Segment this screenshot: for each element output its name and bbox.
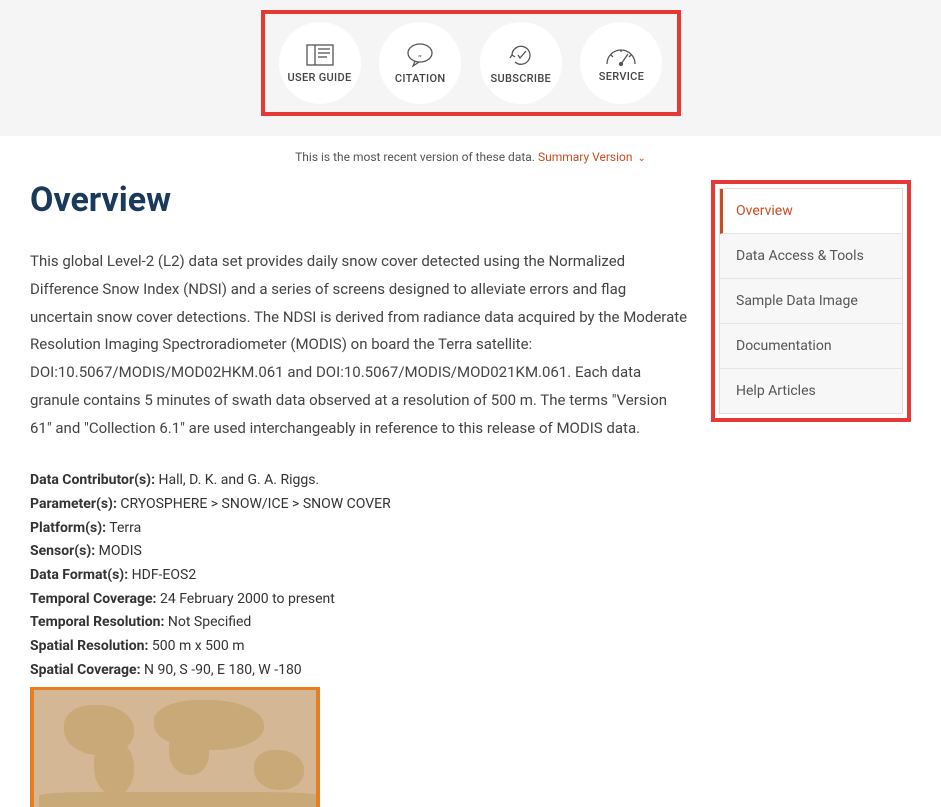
platforms-value: Terra bbox=[106, 520, 141, 536]
citation-button[interactable]: ,, CITATION bbox=[379, 22, 461, 104]
user-guide-button[interactable]: USER GUIDE bbox=[279, 22, 361, 104]
nav-label: Documentation bbox=[736, 338, 832, 354]
nav-item-help-articles[interactable]: Help Articles bbox=[720, 369, 902, 413]
chevron-down-icon: ⌄ bbox=[637, 153, 645, 164]
sidebar-highlight: Overview Data Access & Tools Sample Data… bbox=[711, 180, 911, 422]
temporal-coverage-label: Temporal Coverage: bbox=[30, 591, 157, 607]
sensors-label: Sensor(s): bbox=[30, 543, 95, 559]
sensors-value: MODIS bbox=[95, 543, 142, 559]
citation-label: CITATION bbox=[395, 72, 446, 85]
temporal-resolution-row: Temporal Resolution: Not Specified bbox=[30, 612, 691, 634]
contributors-row: Data Contributor(s): Hall, D. K. and G. … bbox=[30, 470, 691, 492]
subscribe-label: SUBSCRIBE bbox=[491, 72, 552, 85]
refresh-check-icon bbox=[506, 42, 536, 68]
parameters-value: CRYOSPHERE > SNOW/ICE > SNOW COVER bbox=[117, 496, 391, 512]
platforms-row: Platform(s): Terra bbox=[30, 518, 691, 540]
nav-item-documentation[interactable]: Documentation bbox=[720, 324, 902, 369]
nav-label: Help Articles bbox=[736, 383, 816, 399]
sidebar-nav: Overview Data Access & Tools Sample Data… bbox=[719, 188, 903, 414]
main-container: Overview This global Level-2 (L2) data s… bbox=[0, 174, 941, 807]
parameters-label: Parameter(s): bbox=[30, 496, 117, 512]
overview-description: This global Level-2 (L2) data set provid… bbox=[30, 248, 691, 442]
main-content: Overview This global Level-2 (L2) data s… bbox=[30, 174, 691, 807]
spatial-coverage-value: N 90, S -90, E 180, W -180 bbox=[141, 662, 302, 678]
temporal-coverage-value: 24 February 2000 to present bbox=[157, 591, 335, 607]
page-title: Overview bbox=[30, 180, 691, 220]
formats-label: Data Format(s): bbox=[30, 567, 128, 583]
summary-version-link[interactable]: Summary Version ⌄ bbox=[538, 150, 646, 164]
nav-item-data-access[interactable]: Data Access & Tools bbox=[720, 234, 902, 279]
metadata-list: Data Contributor(s): Hall, D. K. and G. … bbox=[30, 470, 691, 681]
toolbar-highlight: USER GUIDE ,, CITATION SUBSCRIBE bbox=[261, 10, 681, 116]
user-guide-label: USER GUIDE bbox=[288, 71, 352, 84]
nav-item-sample-image[interactable]: Sample Data Image bbox=[720, 279, 902, 324]
service-button[interactable]: SERVICE bbox=[580, 22, 662, 104]
sidebar-wrap: Overview Data Access & Tools Sample Data… bbox=[711, 180, 911, 422]
spatial-resolution-row: Spatial Resolution: 500 m x 500 m bbox=[30, 636, 691, 658]
nav-label: Overview bbox=[736, 203, 793, 219]
svg-text:,,: ,, bbox=[418, 49, 422, 59]
formats-value: HDF-EOS2 bbox=[128, 567, 196, 583]
temporal-resolution-value: Not Specified bbox=[164, 614, 251, 630]
spatial-coverage-row: Spatial Coverage: N 90, S -90, E 180, W … bbox=[30, 660, 691, 682]
contributors-label: Data Contributor(s): bbox=[30, 472, 155, 488]
contributors-value: Hall, D. K. and G. A. Riggs. bbox=[155, 472, 319, 488]
temporal-coverage-row: Temporal Coverage: 24 February 2000 to p… bbox=[30, 589, 691, 611]
nav-label: Data Access & Tools bbox=[736, 248, 864, 264]
speech-bubble-icon: ,, bbox=[405, 42, 435, 68]
summary-version-label: Summary Version bbox=[538, 150, 633, 164]
document-icon bbox=[305, 43, 335, 67]
nav-item-overview[interactable]: Overview bbox=[720, 189, 902, 234]
service-label: SERVICE bbox=[599, 70, 644, 83]
top-bar: USER GUIDE ,, CITATION SUBSCRIBE bbox=[0, 0, 941, 136]
nav-label: Sample Data Image bbox=[736, 293, 858, 309]
sensors-row: Sensor(s): MODIS bbox=[30, 541, 691, 563]
gauge-icon bbox=[604, 44, 638, 66]
subscribe-button[interactable]: SUBSCRIBE bbox=[480, 22, 562, 104]
temporal-resolution-label: Temporal Resolution: bbox=[30, 614, 164, 630]
version-text: This is the most recent version of these… bbox=[295, 150, 535, 164]
version-notice: This is the most recent version of these… bbox=[0, 136, 941, 174]
coverage-map bbox=[30, 687, 320, 807]
parameters-row: Parameter(s): CRYOSPHERE > SNOW/ICE > SN… bbox=[30, 494, 691, 516]
spatial-resolution-value: 500 m x 500 m bbox=[148, 638, 244, 654]
spatial-resolution-label: Spatial Resolution: bbox=[30, 638, 148, 654]
platforms-label: Platform(s): bbox=[30, 520, 106, 536]
spatial-coverage-label: Spatial Coverage: bbox=[30, 662, 141, 678]
formats-row: Data Format(s): HDF-EOS2 bbox=[30, 565, 691, 587]
